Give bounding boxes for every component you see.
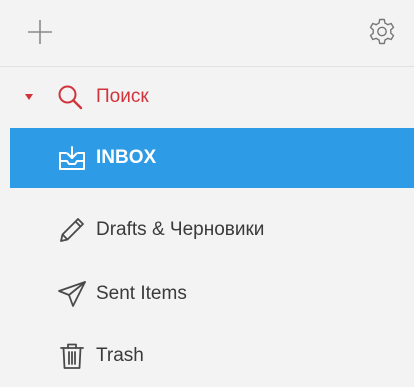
folder-label-inbox: INBOX <box>96 147 157 168</box>
folder-item-trash[interactable]: Trash <box>10 326 414 386</box>
trash-icon <box>52 336 92 376</box>
gear-icon <box>369 18 395 45</box>
search-folder[interactable]: Поиск <box>10 67 414 127</box>
inbox-tray-icon <box>52 138 92 178</box>
pencil-icon <box>52 210 92 250</box>
folder-item-inbox[interactable]: INBOX <box>10 128 414 188</box>
settings-button[interactable] <box>362 12 402 52</box>
folder-label-drafts: Drafts & Черновики <box>96 219 265 240</box>
folder-label-sent: Sent Items <box>96 283 187 304</box>
folder-label-trash: Trash <box>96 345 144 366</box>
folder-item-sent[interactable]: Sent Items <box>10 264 414 324</box>
folder-item-drafts[interactable]: Drafts & Черновики <box>10 200 414 260</box>
add-folder-button[interactable] <box>22 14 58 50</box>
search-label: Поиск <box>96 86 149 107</box>
paper-plane-icon <box>52 274 92 314</box>
search-icon <box>50 77 90 117</box>
caret-down-icon[interactable] <box>24 92 34 102</box>
folder-toolbar <box>0 0 414 64</box>
plus-icon <box>28 20 52 44</box>
